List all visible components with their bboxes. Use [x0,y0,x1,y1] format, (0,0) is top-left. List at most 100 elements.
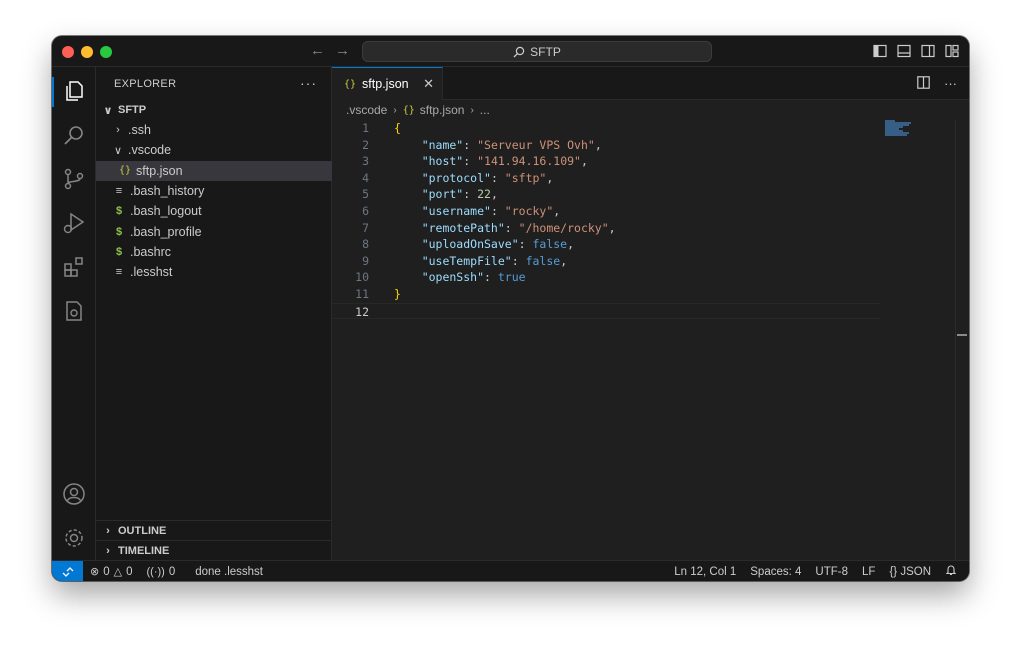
code-line[interactable]: 9 "useTempFile": false, [332,253,932,270]
code-line[interactable]: 3 "host": "141.94.16.109", [332,153,932,170]
code-token: : [490,170,505,185]
ports-count[interactable]: 0 [169,566,175,578]
remote-icon [62,566,73,577]
folder-header[interactable]: ∨ SFTP [96,100,332,120]
code-line[interactable]: 11} [332,286,932,303]
end-of-line[interactable]: LF [862,566,875,578]
code-token: "Serveur VPS Ovh" [477,137,595,152]
code-line[interactable]: 5 "port": 22, [332,186,932,203]
tree-item[interactable]: $ .bash_profile [96,221,332,241]
line-number: 6 [362,203,369,218]
code-token: "rocky" [504,203,554,218]
tab-sftp-json[interactable]: {} sftp.json ✕ [332,67,443,100]
title-bar: ← → SFTP [52,36,969,67]
code-token: , [490,187,498,202]
status-left: ⊗ 0 △ 0 ((·)) 0 done .lesshst [90,561,263,581]
breadcrumb-tail[interactable]: ... [480,103,490,117]
shell-file-icon: $ [115,245,123,258]
gear-icon[interactable] [62,526,86,550]
run-and-debug-icon[interactable] [62,211,86,235]
tree-item[interactable]: ≡ .bash_history [96,181,332,201]
warning-count[interactable]: 0 [126,566,132,578]
chevron-right-icon: › [470,104,474,116]
code-token: "141.94.16.109" [477,154,581,169]
close-icon[interactable]: ✕ [423,76,434,92]
timeline-label: TIMELINE [118,544,170,557]
code-token: : [504,220,519,235]
chevron-right-icon: › [116,124,120,137]
line-number: 8 [362,237,369,252]
error-icon[interactable]: ⊗ [90,565,99,578]
line-content: "username": "rocky", [394,203,561,220]
toggle-panel-icon[interactable] [897,44,911,58]
line-number: 9 [362,253,369,268]
language-mode[interactable]: {} JSON [889,566,931,578]
minimap[interactable] [885,120,915,136]
breadcrumb-file[interactable]: sftp.json [420,103,465,117]
editor-actions: ··· [917,76,957,92]
tree-item[interactable]: {} sftp.json [96,160,332,181]
customize-layout-icon[interactable] [945,44,959,58]
code-line[interactable]: 6 "username": "rocky", [332,203,932,220]
code-line[interactable]: 7 "remotePath": "/home/rocky", [332,220,932,237]
chevron-down-icon: ∨ [113,144,123,157]
code-editor[interactable]: 1{2 "name": "Serveur VPS Ovh", 3 "host": … [332,120,932,320]
line-number: 7 [362,220,369,235]
chevron-down-icon: ∨ [103,104,113,117]
arrow-left-icon[interactable]: ← [310,41,325,61]
code-token: false [532,237,568,252]
line-content: "openSsh": true [394,269,526,286]
code-line[interactable]: 1{ [332,120,932,137]
indentation[interactable]: Spaces: 4 [750,566,801,578]
more-actions-icon[interactable]: ··· [944,76,957,92]
code-token: : [511,253,526,268]
minimize-window-button[interactable] [81,46,93,58]
editor-area: {} sftp.json ✕ ··· .vscode › {} sftp.jso… [332,67,969,560]
remote-explorer-icon[interactable] [62,299,86,323]
breadcrumb: .vscode › {} sftp.json › ... [346,102,490,118]
cursor-position[interactable]: Ln 12, Col 1 [674,566,736,578]
search-icon [513,46,525,57]
code-token: "useTempFile" [394,253,512,268]
tree-item[interactable]: ≡ .lesshst [96,262,332,282]
toggle-primary-sidebar-icon[interactable] [873,44,887,58]
breadcrumb-folder[interactable]: .vscode [346,103,387,117]
code-line[interactable]: 4 "protocol": "sftp", [332,170,932,187]
source-control-icon[interactable] [62,167,86,191]
code-token: : [518,237,533,252]
code-line[interactable]: 2 "name": "Serveur VPS Ovh", [332,137,932,154]
code-token: : [463,154,478,169]
ports-icon[interactable]: ((·)) [147,566,165,578]
maximize-window-button[interactable] [100,46,112,58]
code-line[interactable]: 12 [332,302,880,320]
bell-icon[interactable] [945,564,957,579]
extensions-icon[interactable] [62,255,86,279]
timeline-section[interactable]: › TIMELINE [96,540,332,560]
warning-icon[interactable]: △ [114,565,122,578]
line-content: "port": 22, [394,186,498,203]
encoding[interactable]: UTF-8 [815,566,848,578]
code-line[interactable]: 10 "openSsh": true [332,269,932,286]
toggle-secondary-sidebar-icon[interactable] [921,44,935,58]
chevron-right-icon: › [393,104,397,116]
tab-bar: {} sftp.json ✕ ··· [332,67,969,100]
tree-item[interactable]: ∨ .vscode [96,140,332,160]
tree-item[interactable]: › .ssh [96,120,332,140]
vertical-scrollbar[interactable] [955,120,969,560]
tree-item[interactable]: $ .bash_logout [96,201,332,221]
command-center-search[interactable]: SFTP [362,41,712,62]
outline-section[interactable]: › OUTLINE [96,520,332,540]
code-token: : [463,187,478,202]
code-line[interactable]: 8 "uploadOnSave": false, [332,236,932,253]
code-token: , [594,137,602,152]
split-editor-icon[interactable] [917,76,930,92]
remote-indicator-button[interactable] [52,561,83,581]
close-window-button[interactable] [62,46,74,58]
account-icon[interactable] [62,482,86,506]
error-count[interactable]: 0 [103,566,109,578]
explorer-files-icon[interactable] [62,79,86,103]
tree-item[interactable]: $ .bashrc [96,242,332,262]
more-actions-icon[interactable]: ··· [300,75,317,91]
search-icon[interactable] [62,123,86,147]
arrow-right-icon[interactable]: → [335,41,350,61]
